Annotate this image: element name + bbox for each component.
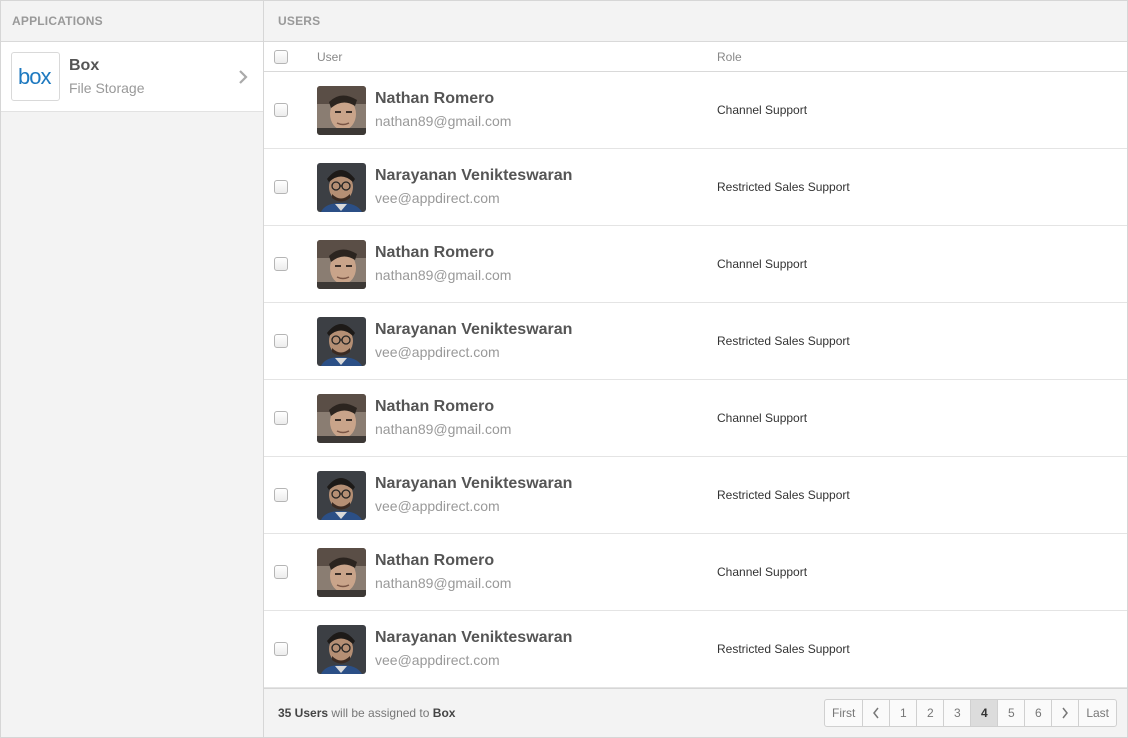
table-row[interactable]: Narayanan Venikteswaran vee@appdirect.co… <box>264 457 1127 534</box>
user-email: vee@appdirect.com <box>375 652 500 668</box>
user-name: Narayanan Venikteswaran <box>375 321 573 338</box>
avatar <box>317 624 366 674</box>
select-all-checkbox[interactable] <box>274 49 288 64</box>
user-role: Restricted Sales Support <box>717 334 850 348</box>
user-name: Nathan Romero <box>375 244 495 261</box>
pagination-page[interactable]: 4 <box>971 700 999 726</box>
box-logo-text: box <box>18 66 51 88</box>
user-email: vee@appdirect.com <box>375 190 500 206</box>
avatar <box>317 162 366 212</box>
row-checkbox[interactable] <box>274 642 288 656</box>
assignment-summary: 35 Users will be assigned to Box <box>278 706 455 720</box>
applications-header: APPLICATIONS <box>1 1 263 42</box>
chevron-right-icon <box>1062 707 1069 719</box>
box-logo: box <box>11 52 60 101</box>
table-row[interactable]: Nathan Romero nathan89@gmail.com Channel… <box>264 534 1127 611</box>
avatar <box>317 316 366 366</box>
column-header-user[interactable]: User <box>317 50 717 64</box>
table-row[interactable]: Narayanan Venikteswaran vee@appdirect.co… <box>264 303 1127 380</box>
row-checkbox[interactable] <box>274 180 288 194</box>
avatar <box>317 470 366 520</box>
app-subtitle: File Storage <box>69 79 145 96</box>
row-checkbox[interactable] <box>274 411 288 425</box>
user-email: nathan89@gmail.com <box>375 113 512 129</box>
chevron-right-icon <box>239 70 248 84</box>
pagination-page[interactable]: 1 <box>890 700 918 726</box>
pagination-last[interactable]: Last <box>1079 700 1116 726</box>
avatar <box>317 239 366 289</box>
user-role: Restricted Sales Support <box>717 642 850 656</box>
assignment-text: will be assigned to <box>328 706 433 720</box>
user-email: nathan89@gmail.com <box>375 421 512 437</box>
user-email: nathan89@gmail.com <box>375 575 512 591</box>
user-role: Channel Support <box>717 565 808 579</box>
user-role: Restricted Sales Support <box>717 180 850 194</box>
pagination-page[interactable]: 2 <box>917 700 945 726</box>
row-checkbox[interactable] <box>274 565 288 579</box>
avatar <box>317 393 366 443</box>
user-name: Narayanan Venikteswaran <box>375 475 573 492</box>
user-count: 35 Users <box>278 706 329 720</box>
row-checkbox[interactable] <box>274 257 288 271</box>
app-window: APPLICATIONS box Box File Storage USERS … <box>0 0 1128 738</box>
app-name: Box <box>69 56 100 74</box>
user-role: Channel Support <box>717 103 808 117</box>
user-role: Channel Support <box>717 257 808 271</box>
user-email: vee@appdirect.com <box>375 498 500 514</box>
user-name: Nathan Romero <box>375 398 495 415</box>
table-header: User Role <box>264 42 1127 72</box>
pagination-page[interactable]: 6 <box>1025 700 1053 726</box>
pagination-prev[interactable] <box>863 700 891 726</box>
app-item-box[interactable]: box Box File Storage <box>1 42 263 112</box>
table-row[interactable]: Narayanan Venikteswaran vee@appdirect.co… <box>264 149 1127 226</box>
user-email: nathan89@gmail.com <box>375 267 512 283</box>
pagination: First 1 2 3 4 5 6 Last <box>823 699 1117 727</box>
footer: 35 Users will be assigned to Box First 1 2… <box>264 688 1127 737</box>
user-name: Nathan Romero <box>375 552 495 569</box>
user-list: Nathan Romero nathan89@gmail.com Channel… <box>264 72 1127 688</box>
user-name: Narayanan Venikteswaran <box>375 629 573 646</box>
chevron-left-icon <box>873 707 879 719</box>
row-checkbox[interactable] <box>274 334 288 348</box>
user-email: vee@appdirect.com <box>375 344 500 360</box>
avatar <box>317 547 366 597</box>
user-role: Restricted Sales Support <box>717 488 850 502</box>
users-panel: USERS User Role Nathan Romero nathan89@g… <box>264 1 1127 737</box>
pagination-first[interactable]: First <box>825 700 864 726</box>
row-checkbox[interactable] <box>274 488 288 502</box>
row-checkbox[interactable] <box>274 103 288 117</box>
users-header: USERS <box>264 1 1127 42</box>
table-row[interactable]: Nathan Romero nathan89@gmail.com Channel… <box>264 226 1127 303</box>
applications-panel: APPLICATIONS box Box File Storage <box>1 1 264 737</box>
pagination-next[interactable] <box>1052 700 1080 726</box>
table-row[interactable]: Nathan Romero nathan89@gmail.com Channel… <box>264 380 1127 457</box>
pagination-page[interactable]: 3 <box>944 700 972 726</box>
user-role: Channel Support <box>717 411 808 425</box>
table-row[interactable]: Narayanan Venikteswaran vee@appdirect.co… <box>264 611 1127 688</box>
table-row[interactable]: Nathan Romero nathan89@gmail.com Channel… <box>264 72 1127 149</box>
user-name: Nathan Romero <box>375 90 495 107</box>
column-header-role[interactable]: Role <box>717 50 1127 64</box>
avatar <box>317 85 366 135</box>
assigned-app: Box <box>432 706 456 720</box>
pagination-page[interactable]: 5 <box>998 700 1026 726</box>
user-name: Narayanan Venikteswaran <box>375 167 573 184</box>
